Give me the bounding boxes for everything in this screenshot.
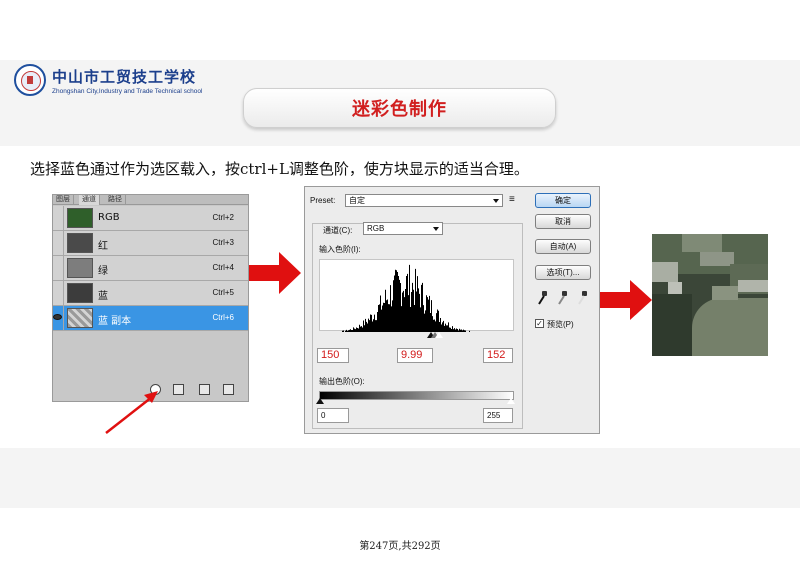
pointer-arrow-icon <box>105 391 158 434</box>
preset-label: Preset: <box>310 196 336 205</box>
input-black-field[interactable]: 150 <box>317 348 349 363</box>
school-name-en: Zhongshan City,Industry and Trade Techni… <box>52 87 203 95</box>
slide-title: 迷彩色制作 <box>352 99 447 120</box>
channel-row-red[interactable]: 红 Ctrl+3 <box>53 231 248 256</box>
channels-panel: 图层 通道 路径 RGB Ctrl+2 红 Ctrl+3 绿 Ctrl+4 蓝 … <box>52 194 249 402</box>
output-white-field[interactable]: 255 <box>483 408 513 423</box>
channel-row-blue-copy[interactable]: 蓝 副本 Ctrl+6 <box>53 306 248 331</box>
channel-thumbnail <box>67 308 93 328</box>
channel-shortcut: Ctrl+2 <box>212 213 234 222</box>
eye-icon <box>53 314 62 320</box>
trash-icon[interactable] <box>223 384 234 395</box>
visibility-toggle[interactable] <box>53 206 64 231</box>
channel-name: 红 <box>98 241 108 252</box>
output-black-slider[interactable] <box>316 398 324 404</box>
school-seal-icon <box>14 64 46 96</box>
channel-name: RGB <box>98 212 120 223</box>
input-levels-label: 输入色阶(I): <box>319 245 361 254</box>
channel-shortcut: Ctrl+5 <box>212 288 234 297</box>
channel-shortcut: Ctrl+3 <box>212 238 234 247</box>
channel-thumbnail <box>67 283 93 303</box>
visibility-toggle[interactable] <box>53 256 64 281</box>
input-white-field[interactable]: 152 <box>483 348 513 363</box>
slide-title-box: 迷彩色制作 <box>243 88 556 128</box>
save-selection-icon[interactable] <box>173 384 184 395</box>
visibility-toggle[interactable] <box>53 281 64 306</box>
cancel-button[interactable]: 取消 <box>535 214 591 229</box>
tab-layers[interactable]: 图层 <box>53 195 74 205</box>
school-logo: 中山市工贸技工学校 Zhongshan City,Industry and Tr… <box>14 64 202 96</box>
preset-menu-icon[interactable]: ≡ <box>509 194 515 205</box>
channel-row-rgb[interactable]: RGB Ctrl+2 <box>53 206 248 231</box>
school-name-cn: 中山市工贸技工学校 <box>52 67 197 86</box>
channel-name: 绿 <box>98 266 108 277</box>
instruction-text: 选择蓝色通过作为选区载入，按ctrl+L调整色阶，使方块显示的适当合理。 <box>30 160 529 178</box>
visibility-toggle[interactable] <box>53 231 64 256</box>
gray-eyedropper-icon[interactable] <box>557 291 569 305</box>
output-levels-label: 输出色阶(O): <box>319 377 365 386</box>
black-eyedropper-icon[interactable] <box>537 291 549 305</box>
options-button[interactable]: 选项(T)... <box>535 265 591 280</box>
output-black-field[interactable]: 0 <box>317 408 349 423</box>
channel-label: 通道(C): <box>323 226 353 235</box>
channel-shortcut: Ctrl+4 <box>212 263 234 272</box>
page-footer: 第247页,共292页 <box>359 541 441 552</box>
visibility-toggle[interactable] <box>53 306 64 331</box>
channels-tabs: 图层 通道 路径 <box>53 195 248 205</box>
white-point-slider[interactable] <box>435 332 443 338</box>
camouflage-result-image <box>652 234 768 356</box>
chevron-down-icon <box>433 227 439 231</box>
channel-thumbnail <box>67 233 93 253</box>
channel-row-green[interactable]: 绿 Ctrl+4 <box>53 256 248 281</box>
output-white-slider[interactable] <box>507 398 515 404</box>
chevron-down-icon <box>493 199 499 203</box>
preview-checkbox[interactable]: ✓ <box>535 319 544 328</box>
histogram <box>319 259 514 332</box>
white-eyedropper-icon[interactable] <box>577 291 589 305</box>
new-channel-icon[interactable] <box>199 384 210 395</box>
tab-paths[interactable]: 路径 <box>105 195 126 205</box>
tab-channels[interactable]: 通道 <box>79 195 100 205</box>
auto-button[interactable]: 自动(A) <box>535 239 591 254</box>
ok-button[interactable]: 确定 <box>535 193 591 208</box>
histogram-graph <box>342 264 470 332</box>
preset-select[interactable]: 自定 <box>345 194 503 207</box>
channel-shortcut: Ctrl+6 <box>212 313 234 322</box>
channel-thumbnail <box>67 208 93 228</box>
channel-thumbnail <box>67 258 93 278</box>
channel-name: 蓝 <box>98 291 108 302</box>
channel-row-blue[interactable]: 蓝 Ctrl+5 <box>53 281 248 306</box>
levels-dialog: Preset: 自定 ≡ 通道(C): RGB 输入色阶(I): 150 9.9… <box>304 186 600 434</box>
channel-name: 蓝 副本 <box>98 316 132 327</box>
output-gradient-bar <box>319 391 514 400</box>
input-gamma-field[interactable]: 9.99 <box>397 348 433 363</box>
channel-select[interactable]: RGB <box>363 222 443 235</box>
preview-label: 预览(P) <box>547 320 574 329</box>
right-arrow-icon <box>600 280 652 320</box>
right-arrow-icon <box>249 252 301 294</box>
